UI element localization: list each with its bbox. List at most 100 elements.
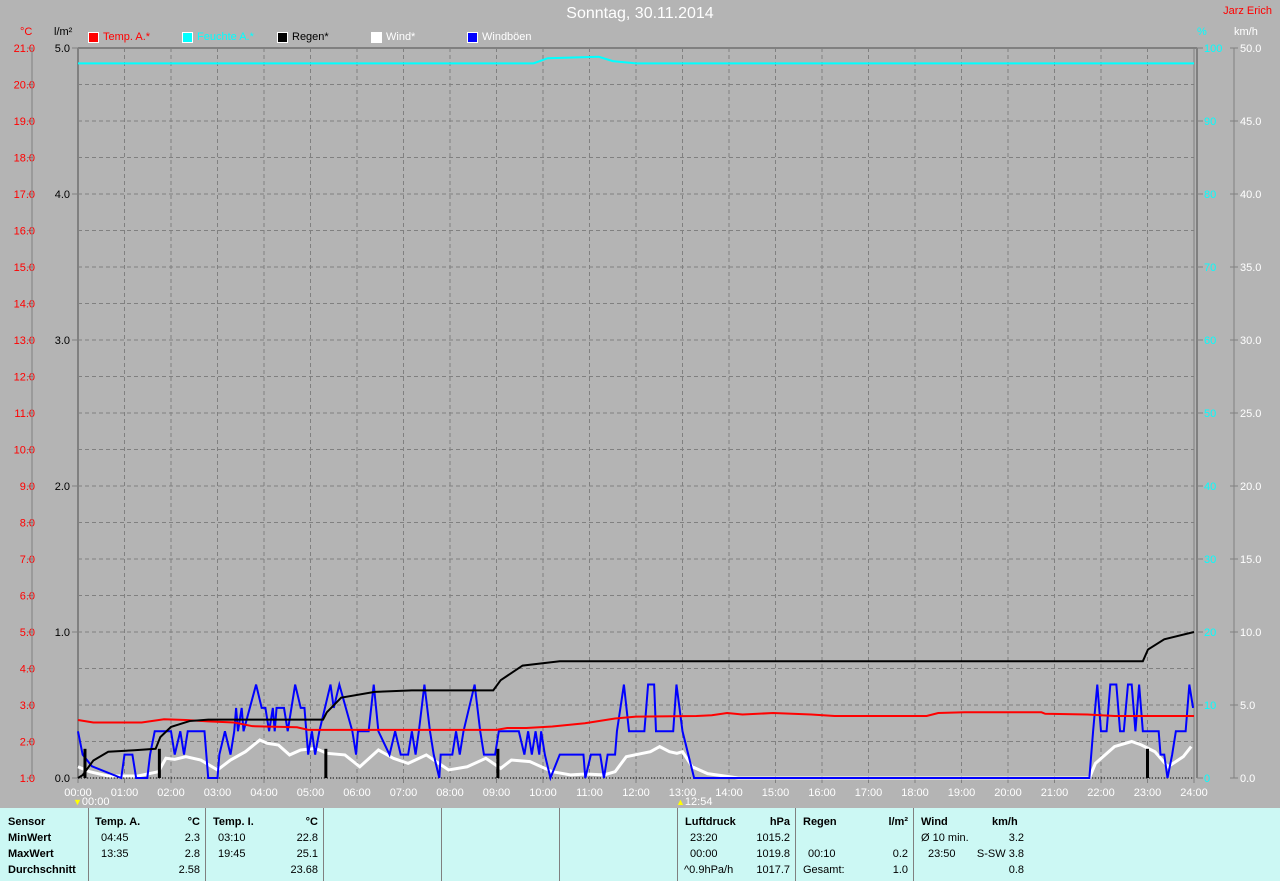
x-tick-label: 21:00 — [1041, 787, 1069, 799]
temp-tick-label: 2.0 — [20, 737, 35, 749]
x-tick-label: 04:00 — [250, 787, 278, 799]
legend-swatch — [88, 31, 99, 43]
max-time: 23:50 — [928, 848, 956, 860]
column-unit: km/h — [992, 816, 1018, 828]
marker-time: 00:00 — [81, 796, 110, 808]
x-tick-label: 16:00 — [808, 787, 836, 799]
x-tick-label: 15:00 — [762, 787, 790, 799]
wind-tick-label: 10.0 — [1240, 627, 1261, 639]
min-time: 23:20 — [690, 832, 718, 844]
column-header: Wind — [921, 816, 948, 828]
temp-tick-label: 9.0 — [20, 481, 35, 493]
rain-tick-label: 1.0 — [55, 627, 70, 639]
x-tick-label: 07:00 — [390, 787, 418, 799]
column-header: Regen — [803, 816, 837, 828]
x-tick-label: 01:00 — [111, 787, 139, 799]
humidity-tick-label: 30 — [1204, 554, 1216, 566]
temp-tick-label: 3.0 — [20, 700, 35, 712]
max-row-label: MaxWert — [8, 848, 54, 860]
pressure-trend: ^0.9hPa/h — [684, 864, 734, 876]
legend-humidity[interactable]: Feuchte A.* — [182, 31, 254, 43]
wind-tick-label: 20.0 — [1240, 481, 1261, 493]
empty-column — [323, 808, 442, 881]
rain-column: Regen l/m² 00:10 0.2 Gesamt: 1.0 — [795, 808, 914, 881]
legend-gusts[interactable]: Windböen — [467, 31, 532, 43]
max-time: 13:35 — [101, 848, 129, 860]
column-header: Luftdruck — [685, 816, 736, 828]
rain-tick-label: 5.0 — [55, 43, 70, 55]
legend-swatch — [182, 31, 193, 43]
legend-rain[interactable]: Regen* — [277, 31, 329, 43]
min-time: 03:10 — [218, 832, 246, 844]
x-tick-label: 19:00 — [948, 787, 976, 799]
column-unit: l/m² — [888, 816, 908, 828]
column-header: Temp. I. — [213, 816, 254, 828]
wind-tick-label: 25.0 — [1240, 408, 1261, 420]
max-value: 1019.8 — [756, 848, 790, 860]
humidity-tick-label: 90 — [1204, 116, 1216, 128]
pressure-column: Luftdruck hPa 23:20 1015.2 00:00 1019.8 … — [677, 808, 796, 881]
x-tick-label: 23:00 — [1134, 787, 1162, 799]
legend-wind[interactable]: Wind* — [371, 31, 415, 43]
column-unit: hPa — [769, 816, 790, 828]
legend-label: Regen* — [292, 31, 329, 43]
x-tick-label: 22:00 — [1087, 787, 1115, 799]
avg-value: 2.58 — [178, 864, 200, 876]
avg-value: 23.68 — [290, 864, 318, 876]
min-value: 22.8 — [296, 832, 318, 844]
temp-tick-label: 8.0 — [20, 518, 35, 530]
humidity-tick-label: 0 — [1204, 773, 1210, 785]
x-tick-label: 20:00 — [994, 787, 1022, 799]
x-tick-label: 03:00 — [204, 787, 232, 799]
column-unit: °C — [187, 816, 200, 828]
max-value: 25.1 — [296, 848, 318, 860]
stats-table: Sensor MinWert MaxWert Durchschnitt Temp… — [0, 808, 1280, 881]
humidity-tick-label: 20 — [1204, 627, 1216, 639]
temp-tick-label: 1.0 — [20, 773, 35, 785]
wind-tick-label: 40.0 — [1240, 189, 1261, 201]
sensor-header: Sensor — [8, 816, 46, 828]
wind-tick-label: 35.0 — [1240, 262, 1261, 274]
rain-tick-label: 3.0 — [55, 335, 70, 347]
x-tick-label: 11:00 — [576, 787, 603, 799]
moon-marker: ▼00:00 — [73, 796, 109, 808]
max-value: 2.8 — [184, 848, 200, 860]
rain-tick-label: 4.0 — [55, 189, 70, 201]
sun-icon: ▲ — [676, 797, 685, 807]
x-tick-label: 14:00 — [715, 787, 743, 799]
x-tick-label: 12:00 — [622, 787, 650, 799]
temp-tick-label: 5.0 — [20, 627, 35, 639]
humidity-tick-label: 100 — [1204, 43, 1222, 55]
max-value: 0.2 — [892, 848, 908, 860]
empty-column — [441, 808, 560, 881]
x-tick-label: 09:00 — [483, 787, 511, 799]
legend-label: Windböen — [482, 31, 532, 43]
wind-tick-label: 5.0 — [1240, 700, 1255, 712]
avg-value: 0.8 — [1008, 864, 1024, 876]
weather-chart: 1.02.03.04.05.06.07.08.09.010.011.012.01… — [14, 43, 1262, 799]
temp-a-column: Temp. A. °C 04:45 2.3 13:35 2.8 2.58 — [88, 808, 206, 881]
min-value: 1015.2 — [756, 832, 790, 844]
x-tick-label: 06:00 — [343, 787, 371, 799]
wind-tick-label: 0.0 — [1240, 773, 1255, 785]
column-header: Temp. A. — [95, 816, 141, 828]
avg10-value: 3.2 — [1008, 832, 1024, 844]
humidity-tick-label: 40 — [1204, 481, 1216, 493]
author-label: Jarz Erich — [1223, 5, 1272, 17]
legend-temp[interactable]: Temp. A.* — [88, 31, 150, 43]
x-tick-label: 08:00 — [436, 787, 464, 799]
rain-axis-unit: l/m² — [54, 26, 73, 38]
wind-axis-unit: km/h — [1234, 26, 1258, 38]
min-time: 04:45 — [101, 832, 129, 844]
empty-column — [559, 808, 678, 881]
avg-row-label: Durchschnitt — [8, 864, 76, 876]
humidity-tick-label: 50 — [1204, 408, 1216, 420]
humidity-tick-label: 10 — [1204, 700, 1216, 712]
min-value: 2.3 — [184, 832, 200, 844]
legend-label: Wind* — [386, 31, 416, 43]
temp-i-column: Temp. I. °C 03:10 22.8 19:45 25.1 23.68 — [205, 808, 324, 881]
x-tick-label: 24:00 — [1180, 787, 1208, 799]
temp-tick-label: 4.0 — [20, 664, 35, 676]
total-label: Gesamt: — [803, 864, 845, 876]
x-tick-label: 10:00 — [529, 787, 557, 799]
